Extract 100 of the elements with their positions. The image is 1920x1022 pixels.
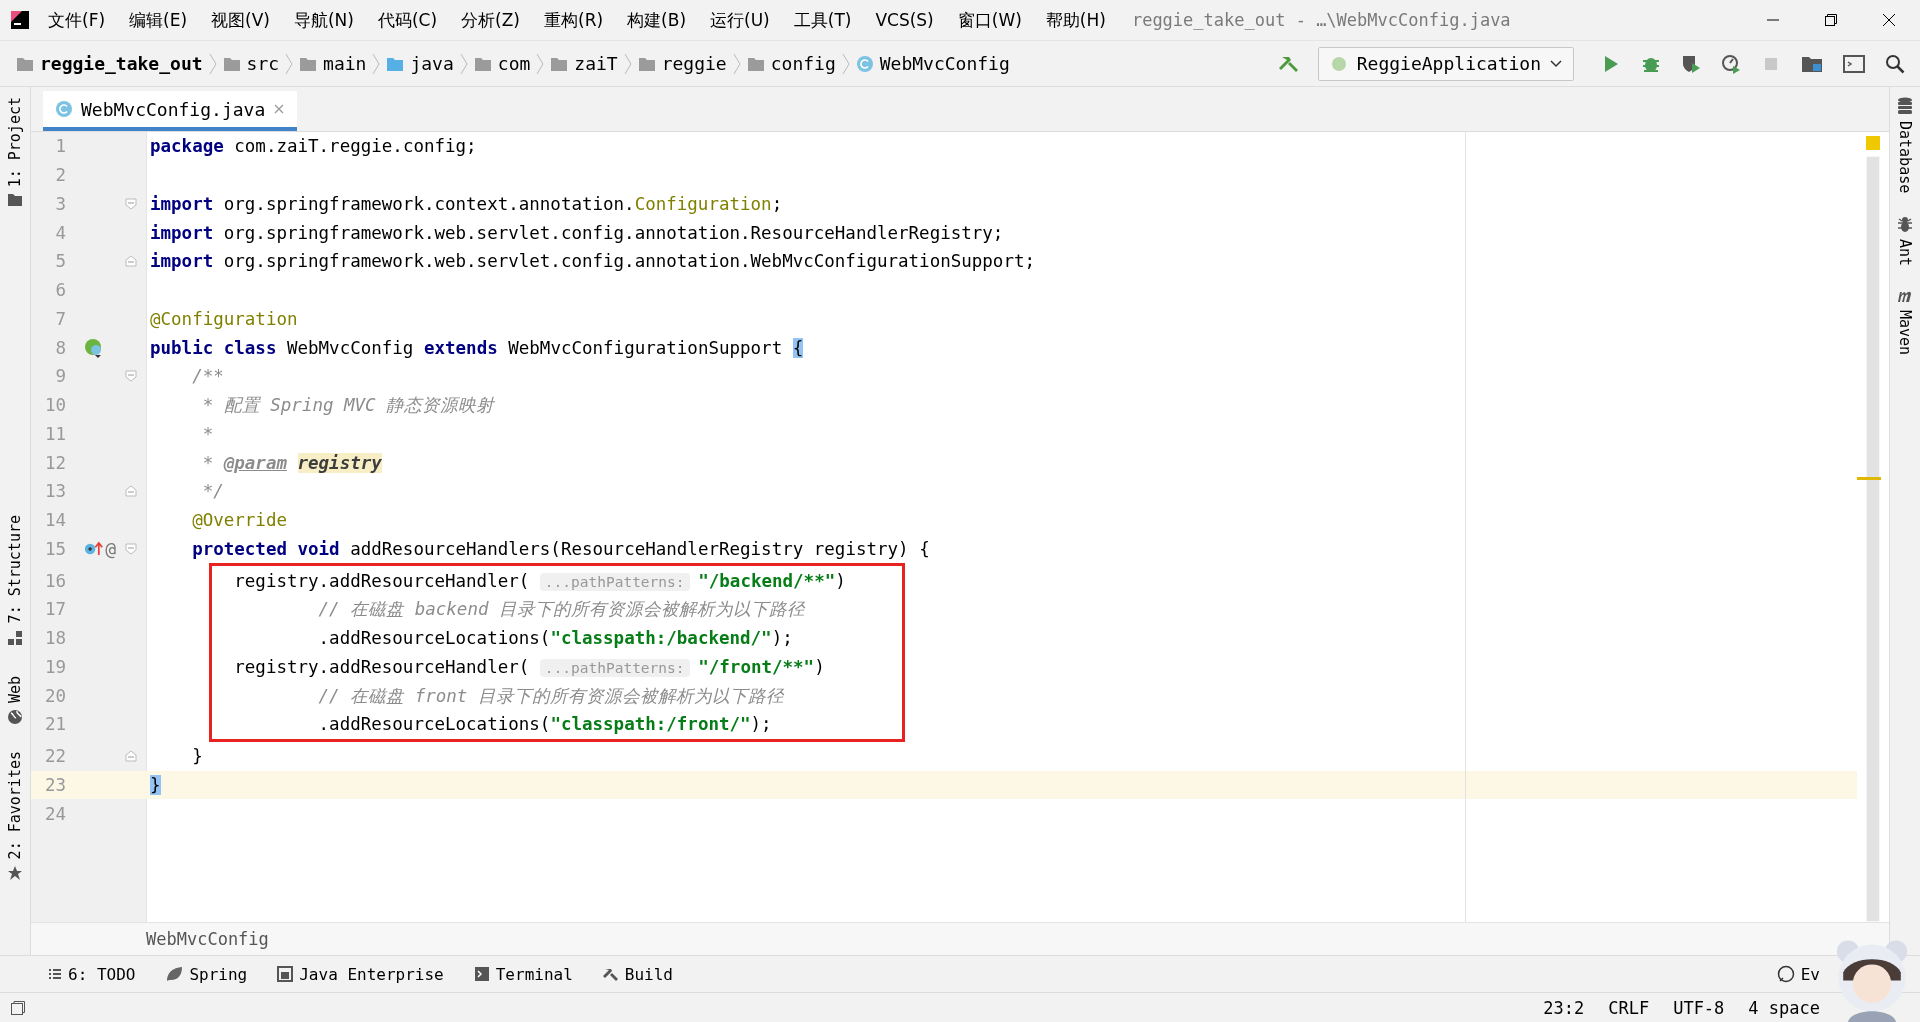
fold-icon[interactable] (125, 255, 137, 268)
speech-bubble-icon (1776, 965, 1795, 983)
line-number: 2 (54, 165, 66, 186)
menu-item[interactable]: 重构(R) (544, 8, 604, 32)
menu-item[interactable]: 运行(U) (710, 8, 770, 32)
chevron-icon (536, 52, 545, 75)
menu-item[interactable]: 代码(C) (377, 8, 438, 32)
editor-breadcrumb[interactable]: WebMvcConfig (146, 929, 269, 949)
status-item[interactable]: 23:2 (1543, 997, 1585, 1018)
restore-icon[interactable] (1824, 13, 1838, 27)
menu-item[interactable]: 工具(T) (793, 8, 852, 32)
breadcrumb-item[interactable]: WebMvcConfig (855, 53, 1010, 74)
code-line: registry.addResourceHandler( ...pathPatterns: "/backend/**") (233, 570, 846, 591)
folder-icon (7, 193, 23, 208)
line-number: 7 (54, 308, 66, 329)
tool-window-button[interactable]: Ant (1896, 215, 1914, 267)
line-number: 17 (43, 599, 66, 620)
tool-window-button[interactable]: 6: TODO (48, 964, 136, 984)
line-number: 19 (43, 656, 66, 677)
breadcrumb-item[interactable]: config (746, 53, 836, 74)
tool-window-button[interactable]: Spring (165, 964, 248, 984)
annotation-marker[interactable]: @ (105, 538, 116, 560)
menu-item[interactable]: 视图(V) (211, 8, 270, 32)
menu-item[interactable]: 帮助(H) (1045, 8, 1106, 32)
close-icon[interactable] (1882, 13, 1896, 27)
editor-tab[interactable]: WebMvcConfig.java (43, 91, 298, 131)
line-number: 8 (54, 337, 66, 358)
gauge-icon[interactable] (1720, 52, 1742, 75)
override-icon[interactable] (84, 539, 104, 558)
code-line: .addResourceLocations("classpath:/backend/"); (317, 628, 793, 649)
warning-marker[interactable] (1866, 136, 1880, 150)
globe-icon (7, 708, 23, 725)
breadcrumb-item[interactable]: com (473, 53, 531, 74)
line-number: 10 (43, 395, 66, 416)
line-number: 23 (43, 774, 66, 795)
tool-window-button[interactable]: Build (602, 964, 673, 984)
list-icon (48, 968, 62, 980)
star-icon (7, 865, 23, 882)
line-number: 16 (43, 570, 66, 591)
tool-window-button[interactable]: Terminal (473, 964, 573, 984)
breadcrumb-item[interactable]: zaiT (550, 53, 618, 74)
folder-icon (746, 55, 765, 72)
app-logo-icon (10, 10, 30, 30)
scrollbar[interactable] (1866, 156, 1880, 922)
search-icon[interactable] (1884, 52, 1906, 75)
chevron-icon (459, 52, 468, 75)
line-number: 21 (43, 714, 66, 735)
code-line: // 在磁盘 backend 目录下的所有资源会被解析为以下路径 (317, 598, 805, 622)
breadcrumb-item[interactable]: reggie_take_out (16, 53, 203, 74)
line-number: 11 (43, 423, 66, 444)
tool-window-button[interactable]: 2: Favorites (0, 746, 30, 886)
menu-item[interactable]: VCS(S) (875, 10, 934, 30)
code-line: protected void addResourceHandlers(ResourceHandlerRegistry registry) { (191, 538, 930, 559)
menu-item[interactable]: 窗口(W) (957, 8, 1022, 32)
folder-icon (299, 55, 318, 72)
status-item[interactable]: 4 space (1748, 997, 1820, 1018)
folder-icon (637, 55, 656, 72)
code-line: public class WebMvcConfig extends WebMvcConfigurationSupport { (149, 337, 804, 358)
chevron-icon (285, 52, 294, 75)
tool-window-button[interactable]: Ev (1776, 964, 1820, 984)
class-icon (855, 54, 874, 73)
code-line: /** (191, 366, 224, 387)
status-item[interactable]: UTF-8 (1673, 997, 1725, 1018)
code-line: * (201, 423, 214, 444)
panel-toggle-icon[interactable] (10, 999, 26, 1016)
class-icon (55, 100, 73, 118)
tool-window-button[interactable]: Java Enterprise (277, 964, 444, 984)
code-line: */ (201, 481, 224, 502)
folder-icon (222, 55, 241, 72)
code-line: @Configuration (149, 308, 298, 329)
menu-item[interactable]: 分析(Z) (461, 8, 520, 32)
fold-icon[interactable] (125, 197, 137, 210)
code-line: registry.addResourceHandler( ...pathPatterns: "/front/**") (233, 656, 825, 677)
fold-icon[interactable] (125, 542, 137, 555)
breadcrumb-item[interactable]: java (386, 53, 454, 74)
code-line: @Override (191, 510, 287, 531)
breadcrumb-item[interactable]: src (222, 53, 280, 74)
fold-icon[interactable] (125, 370, 137, 383)
tool-window-button[interactable]: Web (0, 671, 30, 729)
bean-icon[interactable] (84, 337, 104, 358)
menu-item[interactable]: 编辑(E) (129, 8, 188, 32)
tool-window-button[interactable]: Database (1896, 97, 1914, 194)
breadcrumb-item[interactable]: reggie (637, 53, 727, 74)
tool-window-button[interactable]: Maven (1896, 288, 1914, 356)
menu-item[interactable]: 构建(B) (627, 8, 687, 32)
fold-icon[interactable] (125, 485, 137, 498)
database-icon (1897, 97, 1913, 115)
line-number: 12 (43, 452, 66, 473)
menu-item[interactable]: 文件(F) (48, 8, 106, 32)
menu-item[interactable]: 导航(N) (293, 8, 354, 32)
status-item[interactable]: CRLF (1608, 997, 1650, 1018)
run-configuration-dropdown[interactable]: ReggieApplication (1317, 46, 1574, 81)
breadcrumb-item[interactable]: main (299, 53, 367, 74)
window-icon[interactable] (1842, 52, 1866, 75)
tool-window-button[interactable]: 7: Structure (0, 511, 30, 650)
line-number: 15 (43, 538, 66, 559)
line-number: 3 (54, 193, 66, 214)
caret-icon (1549, 58, 1563, 69)
fold-icon[interactable] (125, 750, 137, 763)
tool-window-button[interactable]: 1: Project (0, 93, 30, 212)
